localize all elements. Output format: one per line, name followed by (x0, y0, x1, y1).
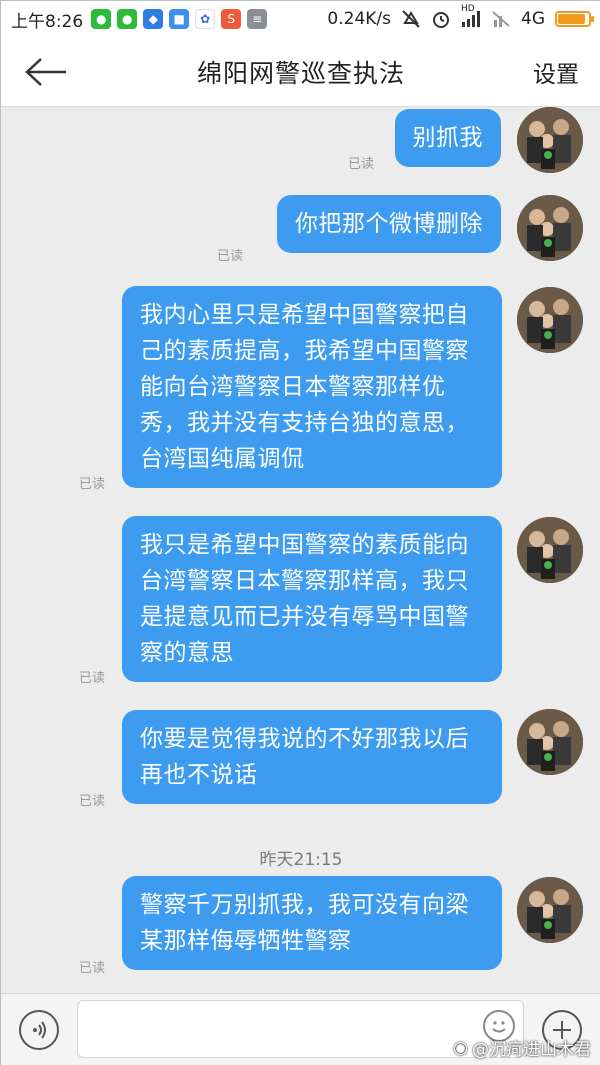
read-receipt: 已读 (347, 157, 374, 172)
signal-off-icon (493, 11, 510, 27)
app-icon: ■ (169, 9, 190, 29)
back-arrow-icon (25, 58, 66, 86)
signal-icon: HD (461, 4, 483, 28)
message-timestamp: 昨天21:15 (259, 850, 343, 870)
mute-icon (402, 10, 420, 28)
chat-area[interactable]: 别抓我 已读 你把那个微博删除 已读 我内心里只是希望中国警察把自己的素质提高，… (1, 107, 600, 993)
message-bubble[interactable]: 你要是觉得我说的不好那我以后再也不说话 (122, 710, 502, 804)
battery-level-fill (558, 14, 585, 24)
alarm-icon (433, 12, 449, 28)
message-bubble[interactable]: 你把那个微博删除 (277, 195, 501, 253)
watermark: ◉ @沉疴进山木君 (453, 1037, 591, 1061)
back-button[interactable] (21, 51, 71, 93)
read-receipt: 已读 (79, 477, 106, 492)
avatar[interactable] (517, 195, 583, 261)
notes-icon: ≡ (247, 9, 268, 29)
avatar[interactable] (517, 107, 583, 173)
status-bar: 上午8:26 ● ● ◆ ■ ✿ S ≡ 0.24K/s HD 4G (1, 1, 600, 37)
chat-title: 绵阳网警巡查执法 (196, 58, 405, 88)
message-bubble[interactable]: 我内心里只是希望中国警察把自己的素质提高，我希望中国警察能向台湾警察日本警察那样… (122, 286, 502, 488)
notification-icons: ● ● ◆ ■ ✿ S ≡ (91, 9, 268, 29)
read-receipt: 已读 (79, 961, 106, 976)
wechat-icon: ● (117, 9, 138, 29)
message-bubble[interactable]: 警察千万别抓我，我可没有向梁某那样侮辱牺牲警察 (122, 876, 502, 970)
input-bar: ◉ @沉疴进山木君 (1, 993, 600, 1065)
read-receipt: 已读 (79, 671, 106, 686)
baidu-icon: ✿ (195, 9, 216, 29)
avatar[interactable] (517, 287, 583, 353)
status-time: 上午8:26 (11, 11, 84, 32)
shield-icon: ◆ (143, 9, 164, 29)
message-bubble[interactable]: 别抓我 (394, 109, 501, 167)
wechat-icon: ● (91, 9, 112, 29)
read-receipt: 已读 (79, 794, 106, 809)
avatar[interactable] (517, 709, 583, 775)
message-bubble[interactable]: 我只是希望中国警察的素质能向台湾警察日本警察那样高，我只是提意见而已并没有辱骂中… (122, 516, 502, 682)
avatar[interactable] (517, 877, 583, 943)
voice-button[interactable] (19, 1010, 59, 1050)
chat-header: 绵阳网警巡查执法 设置 (1, 37, 600, 107)
avatar[interactable] (517, 517, 583, 583)
voice-icon (33, 1021, 46, 1039)
weibo-icon: S (221, 9, 242, 29)
network-speed: 0.24K/s (327, 9, 391, 29)
settings-button[interactable]: 设置 (533, 55, 579, 89)
network-type: 4G (521, 9, 545, 29)
weibo-logo-icon: ◉ (453, 1037, 468, 1058)
battery-icon (555, 11, 594, 27)
read-receipt: 已读 (216, 249, 243, 264)
